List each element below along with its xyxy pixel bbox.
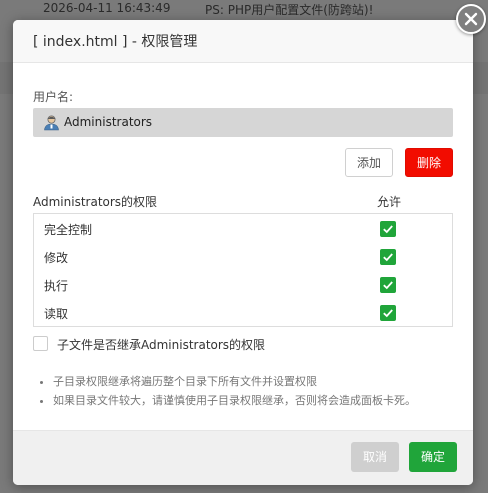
permission-dialog: [ index.html ] - 权限管理 用户名: Administrator… bbox=[13, 20, 473, 485]
permission-row-modify: 修改 bbox=[34, 242, 452, 270]
add-button[interactable]: 添加 bbox=[345, 148, 393, 177]
username-label: 用户名: bbox=[33, 90, 74, 104]
permission-allow-checkbox[interactable] bbox=[380, 305, 396, 321]
confirm-button[interactable]: 确定 bbox=[409, 442, 457, 472]
note-item: 如果目录文件较大，请谨慎使用子目录权限继承，否则将会造成面板卡死。 bbox=[53, 391, 473, 410]
permission-name: 读取 bbox=[44, 307, 69, 321]
close-button[interactable] bbox=[456, 4, 486, 34]
permission-name: 执行 bbox=[44, 279, 69, 293]
permission-name: 完全控制 bbox=[44, 223, 93, 237]
permission-allow-checkbox[interactable] bbox=[380, 221, 396, 237]
permission-allow-checkbox[interactable] bbox=[380, 249, 396, 265]
checkmark-icon bbox=[383, 253, 393, 262]
checkmark-icon bbox=[383, 309, 393, 318]
inherit-label: 子文件是否继承Administrators的权限 bbox=[57, 338, 266, 352]
user-avatar-icon bbox=[44, 115, 59, 131]
note-item: 子目录权限继承将遍历整个目录下所有文件并设置权限 bbox=[53, 372, 473, 391]
permissions-table: 完全控制 修改 执行 读取 bbox=[33, 213, 453, 327]
notes-list: 子目录权限继承将遍历整个目录下所有文件并设置权限 如果目录文件较大，请谨慎使用子… bbox=[39, 372, 473, 410]
dialog-footer: 取消 确定 bbox=[13, 430, 473, 485]
cancel-button[interactable]: 取消 bbox=[351, 442, 399, 472]
permission-name: 修改 bbox=[44, 251, 69, 265]
checkmark-icon bbox=[383, 225, 393, 234]
close-icon bbox=[464, 12, 478, 26]
permission-row-read: 读取 bbox=[34, 298, 452, 326]
permissions-header: Administrators的权限 bbox=[33, 195, 158, 209]
username-value: Administrators bbox=[64, 115, 153, 129]
allow-header: 允许 bbox=[377, 195, 402, 209]
dialog-title: [ index.html ] - 权限管理 bbox=[33, 34, 198, 50]
permission-allow-checkbox[interactable] bbox=[380, 277, 396, 293]
permission-row-execute: 执行 bbox=[34, 270, 452, 298]
delete-button[interactable]: 删除 bbox=[405, 148, 453, 177]
permission-row-full-control: 完全控制 bbox=[34, 214, 452, 242]
user-select[interactable]: Administrators bbox=[33, 108, 453, 137]
dialog-header: [ index.html ] - 权限管理 bbox=[13, 20, 473, 63]
inherit-checkbox[interactable] bbox=[33, 336, 48, 351]
checkmark-icon bbox=[383, 281, 393, 290]
